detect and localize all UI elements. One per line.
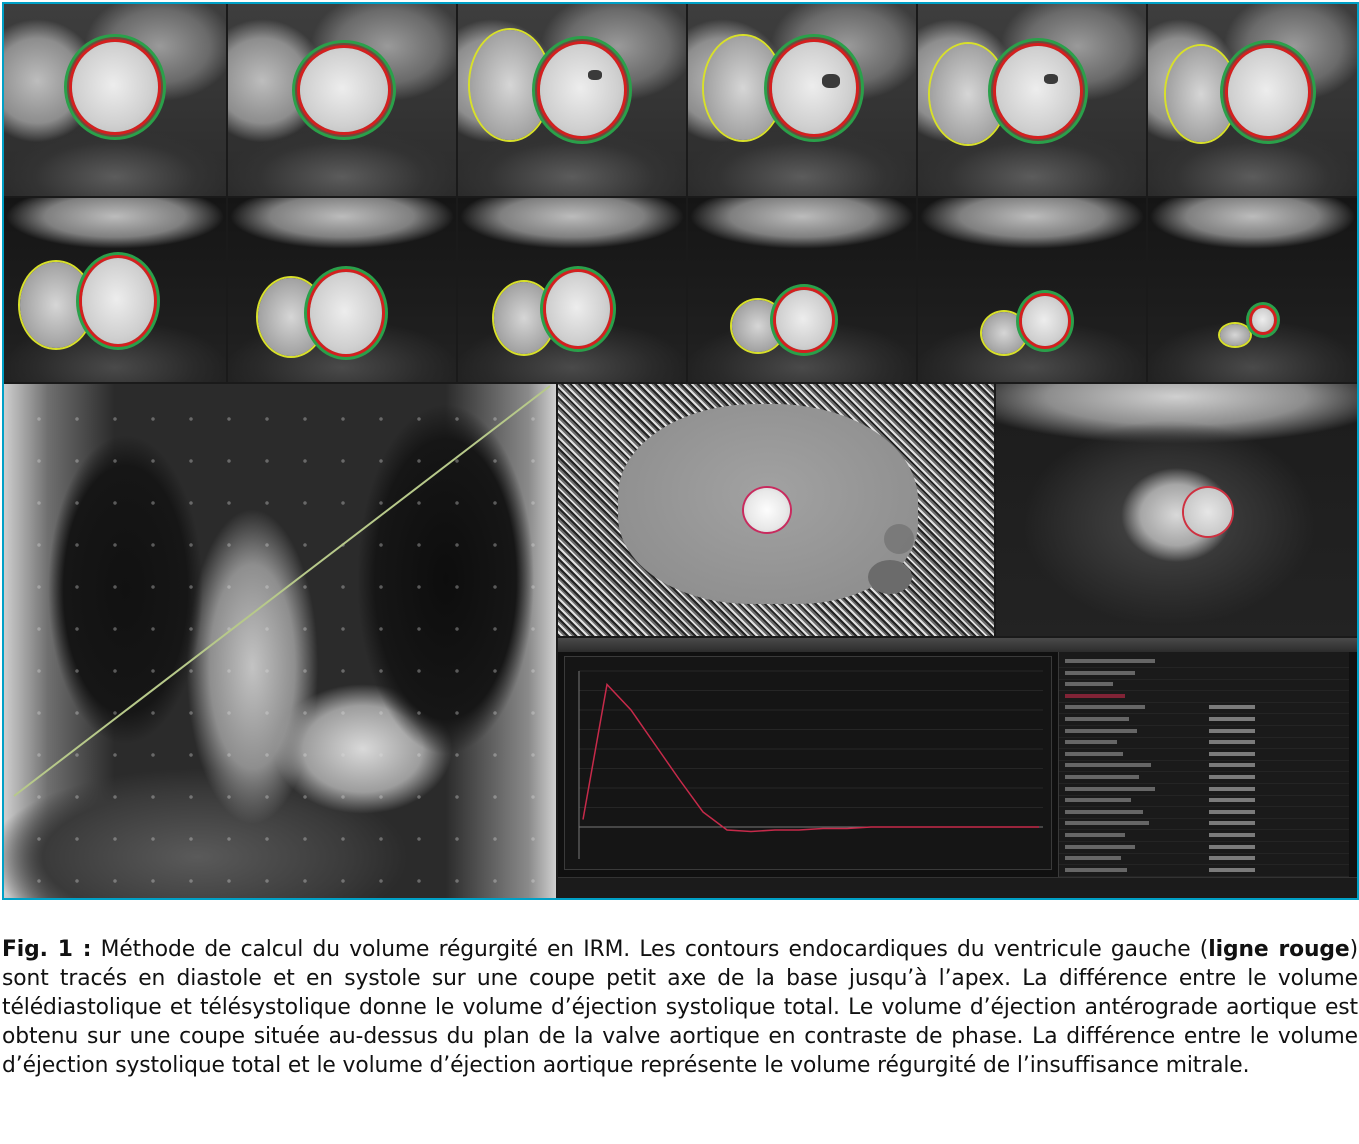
short-axis-slice-6 [1148, 4, 1357, 196]
flow-curve-plot [564, 656, 1052, 870]
results-row [1059, 656, 1349, 668]
results-row [1059, 830, 1349, 842]
phase-contrast-view [558, 384, 994, 636]
results-row [1059, 853, 1349, 866]
short-axis-slice-3 [458, 4, 686, 196]
short-axis-slice-7 [4, 198, 226, 382]
lv-contour [310, 272, 382, 354]
aorta-roi [1184, 488, 1232, 536]
caption-label: Fig. 1 : [2, 937, 92, 962]
caption-bold: ligne rouge [1208, 937, 1350, 962]
short-axis-slice-4 [688, 4, 916, 196]
papillary-muscle [822, 74, 840, 88]
rv-contour [982, 312, 1026, 354]
coronal-view [4, 384, 556, 898]
rv-contour [930, 44, 1006, 144]
short-axis-slice-2 [228, 4, 456, 196]
rv-contour [1166, 46, 1236, 142]
lv-contour [540, 44, 624, 136]
phase-structure [884, 524, 914, 554]
magnitude-view [996, 384, 1357, 636]
lv-contour [996, 46, 1080, 136]
lv-contour [776, 290, 832, 350]
papillary-muscle [588, 70, 602, 80]
rv-contour [704, 36, 782, 140]
figure-caption: Fig. 1 : Méthode de calcul du volume rég… [2, 935, 1358, 1080]
results-row [1059, 737, 1349, 750]
results-row [1059, 818, 1349, 831]
results-row [1059, 691, 1349, 703]
results-row [1059, 807, 1349, 819]
results-row [1059, 749, 1349, 761]
lv-contour [1252, 308, 1274, 332]
short-axis-slice-10 [688, 198, 916, 382]
papillary-muscle [1044, 74, 1058, 84]
results-row [1059, 726, 1349, 738]
results-row [1059, 784, 1349, 796]
results-row [1059, 714, 1349, 726]
short-axis-slice-1 [4, 4, 226, 196]
lv-contour [1022, 296, 1068, 346]
short-axis-slice-5 [918, 4, 1146, 196]
results-table [1058, 652, 1349, 892]
results-row [1059, 679, 1349, 692]
caption-text-1: Méthode de calcul du volume régurgité en… [91, 937, 1209, 962]
short-axis-slice-11 [918, 198, 1146, 382]
panel-titlebar [558, 638, 1357, 652]
slice-plane-line [13, 385, 551, 797]
mri-figure [2, 2, 1359, 900]
results-row [1059, 842, 1349, 854]
lv-contour [772, 42, 856, 134]
results-row [1059, 668, 1349, 680]
aorta-roi [744, 488, 790, 532]
lv-contour [72, 42, 158, 132]
results-row [1059, 772, 1349, 784]
results-row [1059, 865, 1349, 877]
short-axis-slice-12 [1148, 198, 1357, 382]
rv-contour [470, 30, 550, 140]
short-axis-slice-8 [228, 198, 456, 382]
flow-curve-svg [578, 670, 1043, 859]
results-row [1059, 702, 1349, 715]
flow-analysis-panel [558, 638, 1357, 898]
lv-contour [82, 258, 154, 344]
lv-contour [1228, 48, 1308, 136]
status-bar [558, 877, 1357, 898]
lv-contour [546, 272, 610, 346]
rv-contour [1220, 324, 1250, 346]
results-row [1059, 795, 1349, 808]
short-axis-slice-9 [458, 198, 686, 382]
phase-structure [868, 560, 912, 594]
lv-contour [300, 48, 388, 132]
flow-curve-line [582, 682, 1039, 833]
results-row [1059, 760, 1349, 773]
rv-contour [494, 282, 554, 354]
